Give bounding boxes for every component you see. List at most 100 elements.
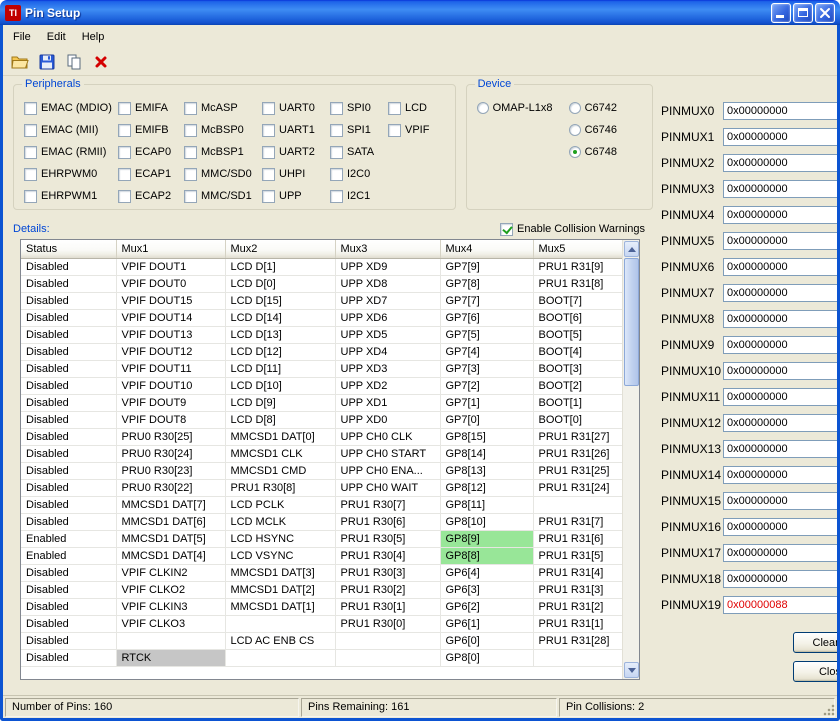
device-radio-c6742[interactable]: C6742 <box>568 101 617 115</box>
table-row[interactable]: Disabled PRU0 R30[24] MMCSD1 CLK UPP CH0 ST… <box>21 445 625 463</box>
vertical-scrollbar[interactable] <box>622 240 639 679</box>
table-cell[interactable]: UPP XD4 <box>335 343 441 361</box>
table-cell[interactable]: PRU1 R31[26] <box>533 445 625 463</box>
table-cell[interactable]: PRU1 R30[4] <box>335 547 441 565</box>
peripheral-checkbox-upp[interactable]: UPP <box>262 189 330 203</box>
table-cell[interactable]: UPP XD3 <box>335 360 441 378</box>
table-cell[interactable]: Disabled <box>21 445 117 463</box>
table-cell[interactable]: VPIF DOUT13 <box>116 326 226 344</box>
table-cell[interactable]: UPP XD6 <box>335 309 441 327</box>
table-row[interactable]: Disabled PRU0 R30[22] PRU1 R30[8] UPP CH0 W… <box>21 479 625 497</box>
scroll-down-button[interactable] <box>624 662 639 678</box>
table-row[interactable]: Disabled VPIF CLKO3 PRU1 R30[0] GP6[1] PRU1 … <box>21 615 625 633</box>
table-cell[interactable]: GP6[3] <box>440 581 534 599</box>
table-cell[interactable] <box>533 649 625 667</box>
pinmux-input-11[interactable] <box>723 388 837 406</box>
peripheral-checkbox-uhpi[interactable]: UHPI <box>262 167 330 181</box>
pinmux-input-2[interactable] <box>723 154 837 172</box>
table-cell[interactable]: PRU0 R30[24] <box>116 445 226 463</box>
table-cell[interactable]: VPIF DOUT0 <box>116 275 226 293</box>
table-row[interactable]: Disabled VPIF DOUT9 LCD D[9] UPP XD1 GP7[1] B… <box>21 394 625 412</box>
peripheral-checkbox-uart2[interactable]: UART2 <box>262 145 330 159</box>
table-cell[interactable]: Disabled <box>21 564 117 582</box>
table-cell[interactable]: LCD MCLK <box>225 513 336 531</box>
table-cell[interactable]: LCD D[10] <box>225 377 336 395</box>
enable-collision-warnings-checkbox[interactable]: Enable Collision Warnings <box>500 222 645 236</box>
table-cell[interactable]: MMCSD1 DAT[2] <box>225 581 336 599</box>
table-cell[interactable]: GP8[9] <box>440 530 534 548</box>
table-cell[interactable]: PRU1 R31[24] <box>533 479 625 497</box>
table-row[interactable]: Disabled MMCSD1 DAT[7] LCD PCLK PRU1 R30[7]… <box>21 496 625 514</box>
device-radio-omap-l1x8[interactable]: OMAP-L1x8 <box>476 101 569 115</box>
peripheral-checkbox-uart1[interactable]: UART1 <box>262 123 330 137</box>
pinmux-input-4[interactable] <box>723 206 837 224</box>
table-cell[interactable]: VPIF DOUT15 <box>116 292 226 310</box>
table-cell[interactable]: PRU1 R31[4] <box>533 564 625 582</box>
pinmux-input-18[interactable] <box>723 570 837 588</box>
table-cell[interactable]: VPIF DOUT12 <box>116 343 226 361</box>
table-cell[interactable]: BOOT[0] <box>533 411 625 429</box>
table-cell[interactable]: PRU1 R31[28] <box>533 632 625 650</box>
table-row[interactable]: Disabled VPIF DOUT8 LCD D[8] UPP XD0 GP7[0] B… <box>21 411 625 429</box>
table-cell[interactable]: MMCSD1 CMD <box>225 462 336 480</box>
table-cell[interactable]: MMCSD1 DAT[0] <box>225 428 336 446</box>
table-cell[interactable]: Disabled <box>21 615 117 633</box>
table-cell[interactable]: MMCSD1 CLK <box>225 445 336 463</box>
table-cell[interactable]: MMCSD1 DAT[4] <box>116 547 226 565</box>
resize-grip[interactable] <box>823 704 835 716</box>
table-row[interactable]: Disabled VPIF DOUT1 LCD D[1] UPP XD9 GP7[9] P… <box>21 258 625 276</box>
table-cell[interactable]: GP8[15] <box>440 428 534 446</box>
pinmux-input-16[interactable] <box>723 518 837 536</box>
table-cell[interactable]: GP7[0] <box>440 411 534 429</box>
table-row[interactable]: Disabled VPIF DOUT10 LCD D[10] UPP XD2 GP7[2… <box>21 377 625 395</box>
table-cell[interactable] <box>225 615 336 633</box>
table-cell[interactable]: VPIF CLKIN3 <box>116 598 226 616</box>
table-cell[interactable]: Disabled <box>21 258 117 276</box>
table-cell[interactable] <box>533 496 625 514</box>
table-cell[interactable]: GP6[4] <box>440 564 534 582</box>
table-cell[interactable]: PRU0 R30[25] <box>116 428 226 446</box>
table-cell[interactable]: PRU1 R31[2] <box>533 598 625 616</box>
table-row[interactable]: Disabled RTCK GP8[0] <box>21 649 625 667</box>
close-dialog-button[interactable]: Close <box>793 661 837 682</box>
table-cell[interactable]: GP8[8] <box>440 547 534 565</box>
table-cell[interactable]: VPIF CLKIN2 <box>116 564 226 582</box>
table-cell[interactable] <box>116 632 226 650</box>
table-cell[interactable]: MMCSD1 DAT[5] <box>116 530 226 548</box>
save-button[interactable] <box>35 50 59 74</box>
table-cell[interactable]: PRU1 R31[7] <box>533 513 625 531</box>
table-cell[interactable]: Disabled <box>21 496 117 514</box>
table-cell[interactable]: BOOT[6] <box>533 309 625 327</box>
table-row[interactable]: Disabled PRU0 R30[23] MMCSD1 CMD UPP CH0 EN… <box>21 462 625 480</box>
table-cell[interactable]: UPP XD1 <box>335 394 441 412</box>
menu-file[interactable]: File <box>5 27 39 47</box>
pinmux-input-0[interactable] <box>723 102 837 120</box>
table-cell[interactable]: Disabled <box>21 513 117 531</box>
delete-button[interactable] <box>89 50 113 74</box>
table-cell[interactable]: GP8[12] <box>440 479 534 497</box>
peripheral-checkbox-i2c0[interactable]: I2C0 <box>330 167 388 181</box>
table-cell[interactable]: PRU0 R30[22] <box>116 479 226 497</box>
peripheral-checkbox-mcasp[interactable]: McASP <box>184 101 262 115</box>
table-cell[interactable]: UPP XD5 <box>335 326 441 344</box>
table-cell[interactable]: GP7[1] <box>440 394 534 412</box>
clear-all-button[interactable]: Clear All <box>793 632 837 653</box>
table-cell[interactable]: PRU1 R31[1] <box>533 615 625 633</box>
table-row[interactable]: Enabled MMCSD1 DAT[5] LCD HSYNC PRU1 R30[5]… <box>21 530 625 548</box>
column-header-mux5[interactable]: Mux5 <box>533 240 625 259</box>
table-cell[interactable]: UPP CH0 CLK <box>335 428 441 446</box>
table-cell[interactable]: PRU1 R30[0] <box>335 615 441 633</box>
device-radio-c6748[interactable]: C6748 <box>568 145 617 159</box>
table-cell[interactable]: GP6[0] <box>440 632 534 650</box>
table-cell[interactable]: UPP CH0 ENA... <box>335 462 441 480</box>
peripheral-checkbox-mcbsp1[interactable]: McBSP1 <box>184 145 262 159</box>
table-cell[interactable]: PRU1 R30[5] <box>335 530 441 548</box>
table-cell[interactable]: VPIF CLKO2 <box>116 581 226 599</box>
table-cell[interactable]: GP7[7] <box>440 292 534 310</box>
table-cell[interactable]: Disabled <box>21 649 117 667</box>
table-cell[interactable]: LCD D[9] <box>225 394 336 412</box>
table-cell[interactable]: LCD AC ENB CS <box>225 632 336 650</box>
peripheral-checkbox-ecap1[interactable]: ECAP1 <box>118 167 184 181</box>
peripheral-checkbox-uart0[interactable]: UART0 <box>262 101 330 115</box>
table-cell[interactable]: GP8[11] <box>440 496 534 514</box>
